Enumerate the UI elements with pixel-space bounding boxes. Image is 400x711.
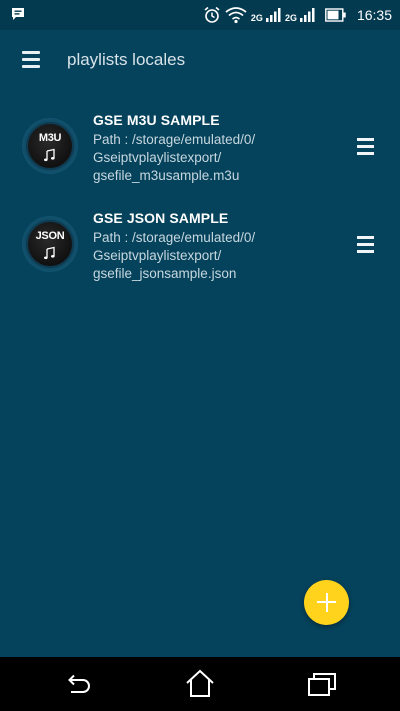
- playlist-badge-label: JSON: [35, 230, 65, 242]
- signal-icon: [265, 7, 281, 23]
- playlist-path-line: gsefile_m3usample.m3u: [93, 168, 240, 183]
- app-screen: 2G 2G 16:35 playlists locales M3U GSE M3…: [0, 0, 400, 711]
- playlist-options-icon[interactable]: [354, 136, 378, 158]
- playlist-path-line: Gseiptvplaylistexport/: [93, 248, 222, 263]
- plus-icon-stroke: [325, 593, 328, 612]
- playlist-item[interactable]: JSON GSE JSON SAMPLE Path : /storage/emu…: [0, 204, 400, 294]
- playlist-badge: JSON: [28, 222, 72, 266]
- playlist-path-line: Gseiptvplaylistexport/: [93, 150, 222, 165]
- playlist-badge: M3U: [28, 124, 72, 168]
- network-type-1: 2G: [250, 12, 263, 23]
- playlist-thumbnail: JSON: [22, 216, 78, 272]
- wifi-icon: [225, 6, 247, 24]
- status-icons: 2G 2G 16:35: [203, 0, 392, 30]
- playlist-badge-label: M3U: [38, 132, 62, 144]
- hamburger-menu-icon[interactable]: [14, 44, 46, 76]
- playlist-title: GSE M3U SAMPLE: [93, 112, 220, 128]
- status-bar: 2G 2G 16:35: [0, 0, 400, 30]
- page-title: playlists locales: [67, 50, 186, 69]
- app-bar: playlists locales: [0, 30, 400, 88]
- playlist-path-line: Path : /storage/emulated/0/: [93, 230, 256, 245]
- system-nav-bar: [0, 657, 400, 711]
- playlist-options-icon[interactable]: [354, 234, 378, 256]
- home-icon[interactable]: [183, 667, 217, 701]
- back-icon[interactable]: [61, 667, 95, 701]
- battery-icon: [325, 8, 347, 22]
- playlist-path-line: gsefile_jsonsample.json: [93, 266, 237, 281]
- add-playlist-button[interactable]: [304, 580, 349, 625]
- playlist-thumbnail: M3U: [22, 118, 78, 174]
- message-icon: [10, 6, 28, 24]
- alarm-icon: [203, 6, 221, 24]
- signal-icon: [299, 7, 315, 23]
- playlist-path: Path : /storage/emulated/0/ Gseiptvplayl…: [93, 131, 333, 185]
- recent-apps-icon[interactable]: [305, 667, 339, 701]
- network-type-2: 2G: [284, 12, 297, 23]
- music-note-icon: [44, 148, 55, 162]
- playlist-title: GSE JSON SAMPLE: [93, 210, 229, 226]
- playlist-path-line: Path : /storage/emulated/0/: [93, 132, 256, 147]
- playlist-item[interactable]: M3U GSE M3U SAMPLE Path : /storage/emula…: [0, 106, 400, 196]
- status-clock: 16:35: [356, 7, 392, 23]
- playlist-path: Path : /storage/emulated/0/ Gseiptvplayl…: [93, 229, 333, 283]
- music-note-icon: [44, 246, 55, 260]
